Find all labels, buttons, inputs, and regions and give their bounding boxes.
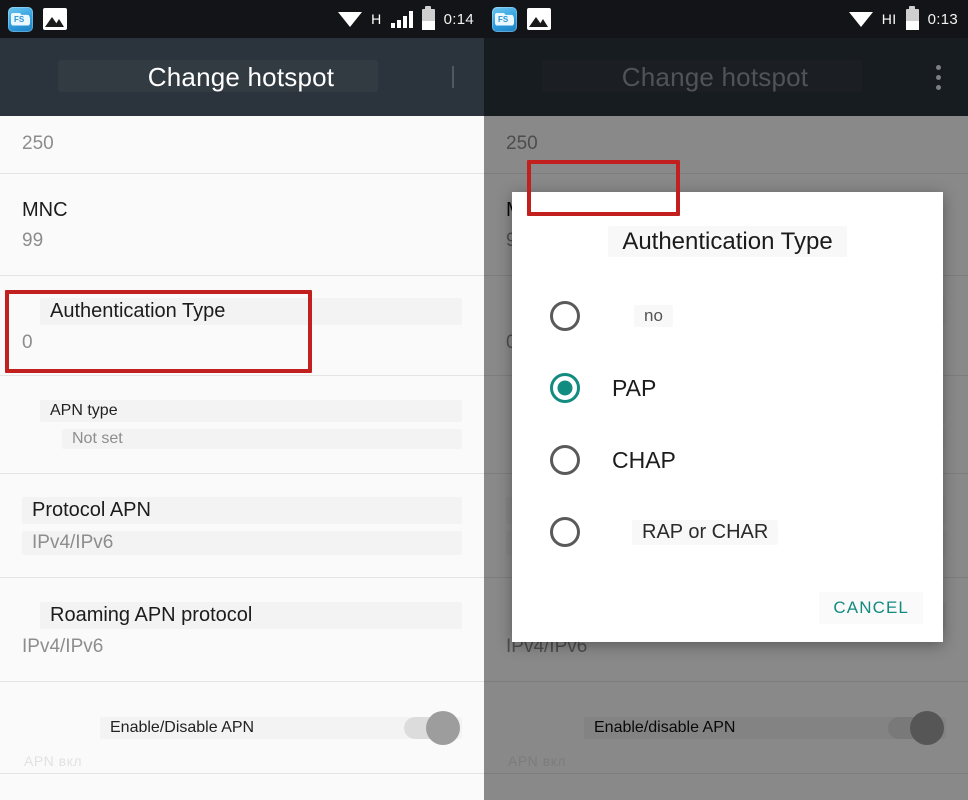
screen-left: H 0:14 Change hotspot 250 MNC 99 Authent…: [0, 0, 484, 800]
dialog-option-chap[interactable]: CHAP: [512, 424, 943, 496]
settings-row-roaming-apn-protocol[interactable]: Roaming APN protocol IPv4/IPv6: [0, 578, 484, 682]
row-value: 0: [22, 331, 33, 353]
status-bar-system-right: HI 0:13: [848, 5, 958, 30]
overflow-placeholder-left[interactable]: [452, 66, 454, 88]
network-type-label: H: [371, 11, 382, 27]
toggle-knob[interactable]: [426, 710, 460, 745]
status-bar-notifications-left: [8, 6, 67, 32]
radio-icon[interactable]: [550, 301, 580, 331]
es-file-explorer-icon: [492, 6, 517, 32]
cancel-button[interactable]: CANCEL: [819, 592, 923, 624]
row-value: 250: [22, 133, 54, 154]
authentication-type-dialog: Authentication Type no PAP CHAP RAP or C…: [512, 192, 943, 642]
row-label: Authentication Type: [40, 298, 462, 325]
status-bar-clock: 0:13: [927, 10, 958, 28]
status-bar-notifications-right: [492, 6, 551, 32]
radio-icon[interactable]: [550, 517, 580, 547]
row-label: Roaming APN protocol: [40, 602, 462, 629]
radio-icon[interactable]: [550, 445, 580, 475]
wifi-icon: [848, 11, 873, 28]
row-label: MNC: [22, 198, 68, 221]
row-value: IPv4/IPv6: [22, 531, 462, 555]
photo-gallery-icon: [43, 8, 67, 30]
dialog-title-wrap: Authentication Type: [512, 192, 943, 256]
row-label: APN type: [40, 400, 462, 422]
dialog-option-pap[interactable]: PAP: [512, 352, 943, 424]
wifi-icon: [338, 11, 363, 28]
option-label: RAP or CHAR: [632, 520, 778, 545]
battery-icon: [421, 5, 435, 30]
battery-icon: [905, 5, 919, 30]
status-bar-clock: 0:14: [443, 10, 474, 28]
title-highlight-overlay: [58, 60, 378, 92]
settings-list-left: 250 MNC 99 Authentication Type 0 APN typ…: [0, 116, 484, 774]
settings-row-mnc[interactable]: MNC 99: [0, 174, 484, 276]
dual-screenshot-container: H 0:14 Change hotspot 250 MNC 99 Authent…: [0, 0, 968, 800]
row-value: 99: [22, 229, 44, 251]
radio-icon[interactable]: [550, 373, 580, 403]
enable-apn-toggle[interactable]: [404, 710, 460, 745]
settings-row-mcc[interactable]: 250: [0, 116, 484, 174]
status-bar-left: H 0:14: [0, 0, 484, 38]
toggle-track[interactable]: [404, 710, 460, 745]
cellular-signal-icon: [390, 10, 413, 28]
settings-row-apn-type[interactable]: APN type Not set: [0, 376, 484, 474]
row-value: Not set: [62, 429, 462, 449]
option-label: no: [634, 305, 673, 327]
row-value: IPv4/IPv6: [22, 635, 104, 657]
dialog-option-rap-or-char[interactable]: RAP or CHAR: [512, 496, 943, 568]
photo-gallery-icon: [527, 8, 551, 30]
network-type-label: HI: [881, 11, 897, 27]
settings-row-authentication-type[interactable]: Authentication Type 0: [0, 276, 484, 376]
settings-row-protocol-apn[interactable]: Protocol APN IPv4/IPv6: [0, 474, 484, 578]
dialog-title: Authentication Type: [608, 226, 846, 257]
status-bar-system-left: H 0:14: [338, 5, 474, 30]
option-label: PAP: [612, 374, 657, 401]
es-file-explorer-icon: [8, 6, 33, 32]
dialog-option-no[interactable]: no: [512, 280, 943, 352]
dialog-actions: CANCEL: [819, 592, 923, 624]
screen-right: HI 0:13 Change hotspot 250 MNC 99 Authen…: [484, 0, 968, 800]
settings-row-enable-disable-apn[interactable]: Enable/Disable APN APN вкл: [0, 682, 484, 774]
app-bar-left: Change hotspot: [0, 38, 484, 116]
option-label: CHAP: [612, 446, 676, 473]
ghost-russian-label: APN вкл: [24, 753, 83, 769]
row-label: Protocol APN: [22, 497, 462, 524]
status-bar-right: HI 0:13: [484, 0, 968, 38]
